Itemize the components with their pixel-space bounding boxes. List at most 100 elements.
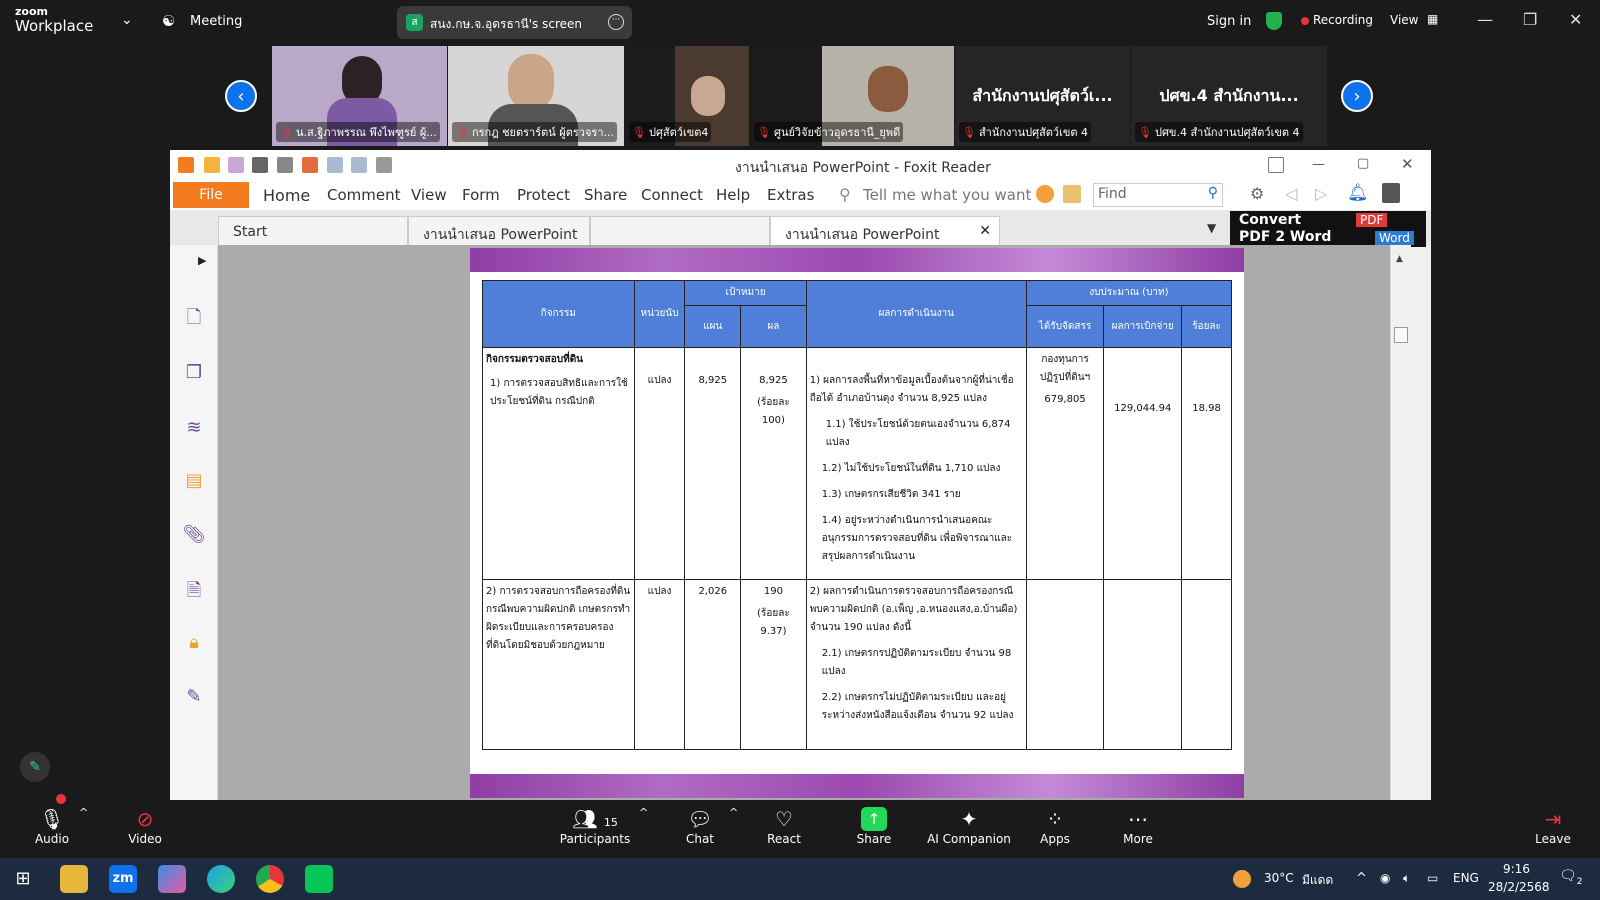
tab-start[interactable]: Start bbox=[218, 216, 408, 245]
weather-temp[interactable]: 30°C bbox=[1264, 871, 1294, 885]
participant-tile[interactable]: ปศข.4 สำนักงาน... 🎙 ปศข.4 สำนักงานปศุสัตว… bbox=[1131, 46, 1327, 146]
close-icon[interactable]: ✕ bbox=[1569, 10, 1582, 29]
apps-button[interactable]: ⁘ Apps bbox=[1020, 806, 1090, 846]
copilot-icon[interactable] bbox=[158, 865, 186, 893]
menu-help[interactable]: Help bbox=[716, 186, 750, 204]
document-canvas[interactable]: กิจกรรม หน่วยนับ เป้าหมาย ผลการดำเนินงาน… bbox=[218, 245, 1390, 800]
tabs-dropdown-icon[interactable]: ▼ bbox=[1207, 221, 1216, 235]
recording-label[interactable]: Recording bbox=[1313, 13, 1373, 27]
tab-document-active[interactable]: งานนำเสนอ PowerPoint ✕ bbox=[770, 216, 1000, 245]
bell-icon[interactable]: 🔔︎ bbox=[1347, 183, 1369, 203]
menu-form[interactable]: Form bbox=[462, 186, 500, 204]
chevron-down-icon[interactable]: ⌄ bbox=[121, 12, 133, 28]
language-indicator[interactable]: ENG bbox=[1453, 871, 1479, 885]
network-icon[interactable]: ◉ bbox=[1380, 871, 1390, 885]
participant-tile[interactable]: 🎙 ปศุสัตว์เขต4 bbox=[625, 46, 749, 146]
close-icon[interactable]: ✕ bbox=[1401, 155, 1414, 173]
chat-options-icon[interactable]: ^ bbox=[729, 806, 738, 819]
tab-blank[interactable] bbox=[590, 216, 770, 245]
tray-chevron-icon[interactable]: ^ bbox=[1356, 871, 1367, 886]
notification-icon[interactable]: 🗨︎2 bbox=[1559, 868, 1583, 887]
participants-options-icon[interactable]: ^ bbox=[639, 806, 648, 819]
layers-icon[interactable]: ≋ bbox=[182, 417, 206, 441]
participant-tile[interactable]: 🎙 ศูนย์วิจัยข้าวอุดรธานี_ยุพดี bbox=[750, 46, 954, 146]
participants-button[interactable]: 👥︎ 15 Participants bbox=[555, 806, 635, 846]
sign-in-link[interactable]: Sign in bbox=[1207, 14, 1251, 29]
layout-icon[interactable] bbox=[1268, 157, 1284, 173]
view-menu[interactable]: View bbox=[1390, 13, 1418, 27]
annotate-pencil-icon[interactable]: ✎ bbox=[20, 752, 50, 782]
clock-date[interactable]: 28/2/2568 bbox=[1488, 880, 1550, 894]
share-button[interactable]: ↑ Share bbox=[839, 806, 909, 846]
search-folder-icon[interactable] bbox=[1063, 185, 1081, 203]
clock-time[interactable]: 9:16 bbox=[1503, 862, 1530, 876]
page-thumbnail-icon[interactable]: 🗋 bbox=[182, 305, 206, 329]
view-grid-icon[interactable]: ▦ bbox=[1427, 12, 1438, 26]
redo-icon[interactable] bbox=[351, 157, 367, 173]
signature-panel-icon[interactable]: 🗎 bbox=[182, 578, 206, 602]
audio-button[interactable]: 🎙︎ Audio bbox=[17, 806, 87, 846]
battery-icon[interactable]: ▭ bbox=[1427, 871, 1438, 885]
zoom-app-icon[interactable]: zm bbox=[109, 865, 137, 893]
edge-browser-icon[interactable] bbox=[207, 865, 235, 893]
leave-button[interactable]: ⇥ Leave bbox=[1518, 806, 1588, 846]
menu-share[interactable]: Share bbox=[584, 186, 627, 204]
expand-panel-icon[interactable]: ▶ bbox=[198, 254, 206, 267]
menu-protect[interactable]: Protect bbox=[517, 186, 570, 204]
screen-icon[interactable] bbox=[277, 157, 293, 173]
audio-options-icon[interactable]: ^ bbox=[79, 806, 88, 819]
maximize-icon[interactable]: ▢ bbox=[1357, 156, 1369, 171]
undo-icon[interactable] bbox=[327, 157, 343, 173]
weather-desc[interactable]: มีแดด bbox=[1302, 871, 1333, 890]
minimize-icon[interactable]: — bbox=[1312, 157, 1325, 172]
open-folder-icon[interactable] bbox=[204, 157, 220, 173]
lock-icon[interactable]: 🔒︎ bbox=[182, 632, 206, 656]
user-icon[interactable] bbox=[1382, 183, 1400, 203]
menu-connect[interactable]: Connect bbox=[641, 186, 703, 204]
volume-icon[interactable]: 🔈︎ bbox=[1403, 871, 1410, 886]
file-menu[interactable]: File bbox=[173, 182, 249, 208]
chrome-browser-icon[interactable] bbox=[256, 865, 284, 893]
gear-icon[interactable]: ⚙ bbox=[1250, 184, 1264, 203]
new-icon[interactable] bbox=[302, 157, 318, 173]
participant-tile[interactable]: 🎙 น.ส.ฐิภาพรรณ พึงไพฑูรย์ ผู้... bbox=[272, 46, 447, 146]
sign-tool-icon[interactable]: ✎ bbox=[182, 686, 206, 710]
save-icon[interactable] bbox=[228, 157, 244, 173]
more-button[interactable]: ⋯ More bbox=[1103, 806, 1173, 846]
vertical-scrollbar[interactable]: ▲ bbox=[1390, 245, 1411, 800]
security-shield-icon[interactable] bbox=[1266, 12, 1282, 30]
tell-me-input[interactable]: Tell me what you want tc bbox=[863, 186, 1050, 204]
scroll-up-icon[interactable]: ▲ bbox=[1396, 254, 1403, 264]
menu-comment[interactable]: Comment bbox=[327, 186, 401, 204]
screen-share-indicator[interactable]: ส สนง.กษ.จ.อุดรธานี's screen ··· bbox=[397, 6, 632, 39]
attachment-icon[interactable]: 📎︎ bbox=[182, 524, 206, 548]
close-tab-icon[interactable]: ✕ bbox=[979, 223, 991, 239]
menu-extras[interactable]: Extras bbox=[767, 186, 814, 204]
restore-icon[interactable]: ❐ bbox=[1523, 10, 1537, 29]
find-input[interactable]: Find ⚲ bbox=[1093, 183, 1223, 207]
chat-button[interactable]: 💬︎ Chat bbox=[665, 806, 735, 846]
participant-tile[interactable]: สำนักงานปศุสัตว์เ... 🎙 สำนักงานปศุสัตว์เข… bbox=[955, 46, 1130, 146]
weather-icon[interactable] bbox=[1233, 870, 1251, 888]
forward-icon[interactable]: ▷ bbox=[1315, 184, 1327, 203]
participant-tile[interactable]: 🎙 กรกฎ ชยตราร์ตน์ ผู้ตรวจรา... bbox=[448, 46, 624, 146]
line-app-icon[interactable] bbox=[305, 865, 333, 893]
file-explorer-icon[interactable] bbox=[60, 865, 88, 893]
prev-participants-icon[interactable]: ‹ bbox=[225, 80, 257, 112]
pages-icon[interactable]: ❐ bbox=[182, 362, 206, 386]
ai-companion-button[interactable]: ✦ AI Companion bbox=[921, 806, 1017, 846]
convert-pdf-to-word-ad[interactable]: Convert PDF 2 Word PDF Word bbox=[1230, 211, 1426, 247]
next-participants-icon[interactable]: › bbox=[1341, 80, 1373, 112]
menu-home[interactable]: Home bbox=[263, 186, 310, 205]
menu-view[interactable]: View bbox=[411, 186, 447, 204]
minimize-icon[interactable]: — bbox=[1477, 10, 1493, 29]
comments-icon[interactable]: ▤ bbox=[182, 470, 206, 494]
windows-start-icon[interactable]: ⊞ bbox=[9, 865, 37, 893]
more-options-icon[interactable]: ··· bbox=[608, 14, 624, 30]
search-icon[interactable]: ⚲ bbox=[1208, 185, 1218, 201]
back-icon[interactable]: ◁ bbox=[1285, 184, 1297, 203]
video-button[interactable]: ⊘ Video bbox=[110, 806, 180, 846]
scroll-thumb[interactable] bbox=[1394, 327, 1408, 343]
react-button[interactable]: ♡ React bbox=[749, 806, 819, 846]
print-icon[interactable] bbox=[252, 157, 268, 173]
